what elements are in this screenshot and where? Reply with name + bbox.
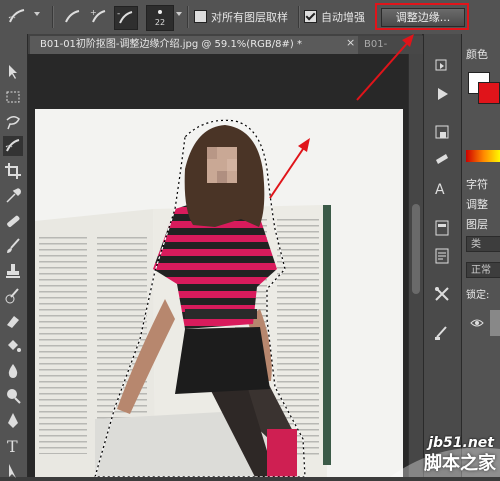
blend-mode-label: 正常 [471, 265, 491, 276]
adjustments-panel-icon[interactable] [432, 122, 452, 142]
layer-kind-filter-label: 类 [471, 239, 481, 250]
notes-panel-icon[interactable] [432, 246, 452, 266]
layer-comps-icon[interactable] [432, 218, 452, 238]
history-panel-icon[interactable] [432, 56, 452, 76]
layers-panel-tab[interactable]: 图层 [466, 216, 488, 232]
tool-presets-icon[interactable] [432, 284, 452, 304]
paragraph-panel-icon[interactable]: A [432, 178, 452, 198]
right-panel: 颜色 字符 调整 图层 类 正常 锁定: [461, 34, 500, 477]
color-ramp[interactable] [466, 150, 500, 162]
panel-icon-column: A [423, 34, 461, 477]
blend-mode-select[interactable]: 正常 [466, 262, 500, 278]
lock-label: 锁定: [466, 290, 490, 301]
styles-panel-icon[interactable] [432, 150, 452, 170]
svg-text:A: A [435, 182, 445, 198]
character-panel-tab[interactable]: 字符 [466, 176, 488, 192]
brush-presets-icon[interactable] [432, 322, 452, 342]
color-panel-tab[interactable]: 颜色 [466, 46, 488, 62]
watermark: jb51.net 脚本之家 [360, 431, 500, 477]
background-color-swatch[interactable] [478, 82, 500, 104]
layer-kind-filter[interactable]: 类 [466, 236, 500, 252]
scrollbar-thumb[interactable] [412, 204, 420, 294]
watermark-name: 脚本之家 [424, 453, 496, 474]
adjustments-panel-tab[interactable]: 调整 [466, 196, 488, 212]
actions-play-icon[interactable] [432, 84, 452, 104]
layer-visibility-eye-icon[interactable] [470, 318, 484, 328]
layer-thumbnail[interactable] [490, 310, 500, 336]
vertical-scrollbar[interactable] [408, 54, 423, 477]
